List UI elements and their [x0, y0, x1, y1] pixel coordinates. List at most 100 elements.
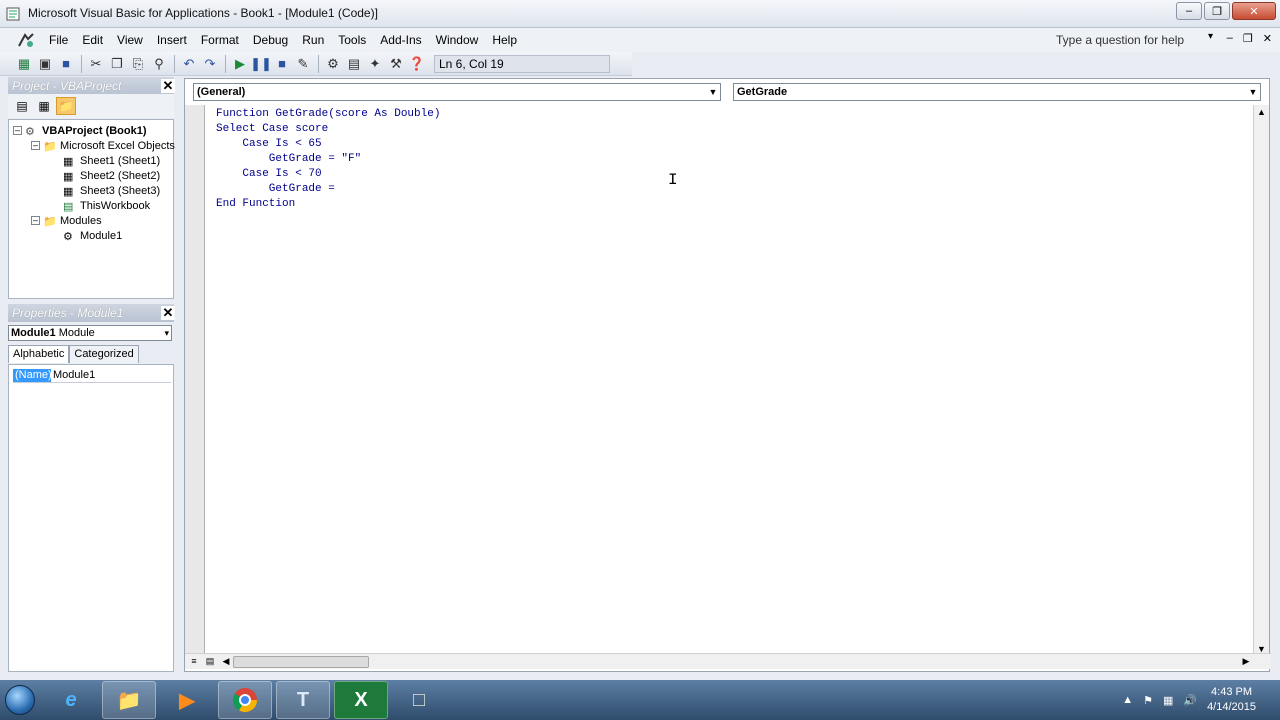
procedure-view-icon[interactable]: ≡ — [187, 654, 201, 668]
code-editor[interactable]: Function GetGrade(score As Double) Selec… — [216, 107, 440, 212]
menu-tools[interactable]: Tools — [331, 28, 373, 52]
save-icon[interactable]: ■ — [56, 54, 76, 74]
help-dropdown-icon[interactable]: ▾ — [1208, 31, 1213, 42]
action-center-icon[interactable]: ⚑ — [1143, 694, 1153, 707]
tree-item-module1[interactable]: ⚙ Module1 — [63, 228, 122, 243]
tree-item-sheet2[interactable]: ▦ Sheet2 (Sheet2) — [63, 168, 160, 183]
taskbar-excel[interactable]: X — [334, 681, 388, 719]
code-line[interactable]: Case Is < 70 — [216, 167, 440, 182]
close-button[interactable]: ✕ — [1232, 2, 1276, 20]
chrome-icon — [233, 688, 257, 713]
code-line[interactable]: GetGrade = "F" — [216, 152, 440, 167]
taskbar-chrome[interactable] — [218, 681, 272, 719]
tree-item-sheet1[interactable]: ▦ Sheet1 (Sheet1) — [63, 153, 160, 168]
menu-file[interactable]: File — [42, 28, 75, 52]
scroll-left-icon[interactable]: ◀ — [219, 654, 233, 668]
object-combo[interactable]: (General) ▼ — [193, 83, 721, 101]
cut-icon[interactable]: ✂ — [86, 54, 106, 74]
tab-categorized[interactable]: Categorized — [69, 345, 139, 363]
toggle-folders-icon[interactable]: 📁 — [56, 97, 76, 115]
menu-view[interactable]: View — [110, 28, 150, 52]
help-search-input[interactable]: Type a question for help — [1052, 31, 1212, 49]
project-tree: – ⚙ VBAProject (Book1) – 📁 Microsoft Exc… — [8, 119, 175, 299]
vba-menu-icon[interactable] — [16, 32, 36, 48]
code-line[interactable]: GetGrade = — [216, 182, 440, 197]
properties-pane-close-icon[interactable]: ✕ — [161, 306, 175, 320]
menu-debug[interactable]: Debug — [246, 28, 295, 52]
project-pane-title[interactable]: Project - VBAProject — [8, 77, 174, 95]
code-line[interactable]: Function GetGrade(score As Double) — [216, 107, 440, 122]
view-code-icon[interactable]: ▤ — [12, 97, 32, 115]
taskbar-ie[interactable]: e — [44, 681, 98, 719]
standard-toolbar: ▦ ▣ ■ ✂ ❐ ⎘ ⚲ ↶ ↷ ▶ ❚❚ ■ ✎ ⚙ ▤ ✦ ⚒ ❓ Ln … — [0, 52, 632, 76]
full-module-view-icon[interactable]: ▤ — [203, 654, 217, 668]
horizontal-scrollbar[interactable]: ≡ ▤ ◀ ▶ — [185, 653, 1271, 669]
tree-item-excel-objects[interactable]: – 📁 Microsoft Excel Objects — [31, 138, 175, 153]
project-explorer-icon[interactable]: ⚙ — [323, 54, 343, 74]
procedure-combo[interactable]: GetGrade ▼ — [733, 83, 1261, 101]
design-mode-icon[interactable]: ✎ — [293, 54, 313, 74]
run-icon[interactable]: ▶ — [230, 54, 250, 74]
volume-icon[interactable]: 🔊 — [1183, 694, 1197, 707]
tab-alphabetic[interactable]: Alphabetic — [8, 345, 70, 363]
project-pane-close-icon[interactable]: ✕ — [161, 79, 175, 93]
redo-icon[interactable]: ↷ — [200, 54, 220, 74]
undo-icon[interactable]: ↶ — [179, 54, 199, 74]
code-margin[interactable] — [185, 105, 205, 653]
collapse-icon[interactable]: – — [31, 216, 40, 225]
taskbar-camtasia[interactable]: T — [276, 681, 330, 719]
properties-window-icon[interactable]: ▤ — [344, 54, 364, 74]
collapse-icon[interactable]: – — [13, 126, 22, 135]
property-value[interactable]: Module1 — [51, 369, 95, 382]
help-icon[interactable]: ❓ — [407, 54, 427, 74]
taskbar-explorer[interactable]: 📁 — [102, 681, 156, 719]
menu-edit-label: Edit — [82, 33, 104, 47]
menu-help[interactable]: Help — [485, 28, 524, 52]
mdi-minimize-icon[interactable]: – — [1227, 32, 1233, 45]
tree-item-thisworkbook[interactable]: ▤ ThisWorkbook — [63, 198, 150, 213]
tree-item-modules[interactable]: – 📁 Modules — [31, 213, 102, 228]
insert-module-icon[interactable]: ▣ — [35, 54, 55, 74]
menu-run[interactable]: Run — [295, 28, 331, 52]
chevron-down-icon[interactable]: ▼ — [1248, 87, 1258, 97]
code-line[interactable]: Select Case score — [216, 122, 440, 137]
maximize-button[interactable]: ❐ — [1204, 2, 1230, 20]
tree-item-vbaproject[interactable]: – ⚙ VBAProject (Book1) — [13, 123, 147, 138]
mdi-restore-icon[interactable]: ❐ — [1243, 32, 1253, 45]
vertical-scrollbar[interactable]: ▲ ▼ — [1253, 105, 1269, 657]
find-icon[interactable]: ⚲ — [149, 54, 169, 74]
excel-view-icon[interactable]: ▦ — [14, 54, 34, 74]
menu-format[interactable]: Format — [194, 28, 246, 52]
break-icon[interactable]: ❚❚ — [250, 54, 272, 74]
code-line[interactable]: End Function — [216, 197, 440, 212]
show-hidden-icons-icon[interactable]: ▲ — [1122, 694, 1133, 706]
properties-object-select[interactable]: Module1 Module ▾ — [8, 325, 172, 341]
property-row[interactable]: (Name) Module1 — [13, 369, 171, 383]
minimize-button[interactable]: – — [1176, 2, 1202, 20]
scroll-right-icon[interactable]: ▶ — [1239, 654, 1253, 668]
menu-window[interactable]: Window — [429, 28, 486, 52]
properties-pane-title[interactable]: Properties - Module1 — [8, 304, 174, 322]
chevron-down-icon[interactable]: ▾ — [164, 326, 169, 340]
taskbar-snipping[interactable]: □ — [392, 681, 446, 719]
paste-icon[interactable]: ⎘ — [128, 54, 148, 74]
menu-insert[interactable]: Insert — [150, 28, 194, 52]
menu-add-ins[interactable]: Add-Ins — [373, 28, 428, 52]
scrollbar-thumb[interactable] — [233, 656, 369, 668]
reset-icon[interactable]: ■ — [272, 54, 292, 74]
toolbox-icon[interactable]: ⚒ — [386, 54, 406, 74]
taskbar-media-player[interactable]: ▶ — [160, 681, 214, 719]
network-icon[interactable]: ▦ — [1163, 694, 1173, 707]
object-browser-icon[interactable]: ✦ — [365, 54, 385, 74]
view-object-icon[interactable]: ▦ — [34, 97, 54, 115]
collapse-icon[interactable]: – — [31, 141, 40, 150]
start-button[interactable] — [0, 680, 40, 720]
menu-edit[interactable]: Edit — [75, 28, 110, 52]
chevron-down-icon[interactable]: ▼ — [708, 87, 718, 97]
copy-icon[interactable]: ❐ — [107, 54, 127, 74]
tree-item-sheet3[interactable]: ▦ Sheet3 (Sheet3) — [63, 183, 160, 198]
scroll-up-icon[interactable]: ▲ — [1254, 105, 1269, 120]
clock[interactable]: 4:43 PM 4/14/2015 — [1207, 685, 1256, 715]
mdi-close-icon[interactable]: ✕ — [1263, 32, 1272, 45]
code-line[interactable]: Case Is < 65 — [216, 137, 440, 152]
